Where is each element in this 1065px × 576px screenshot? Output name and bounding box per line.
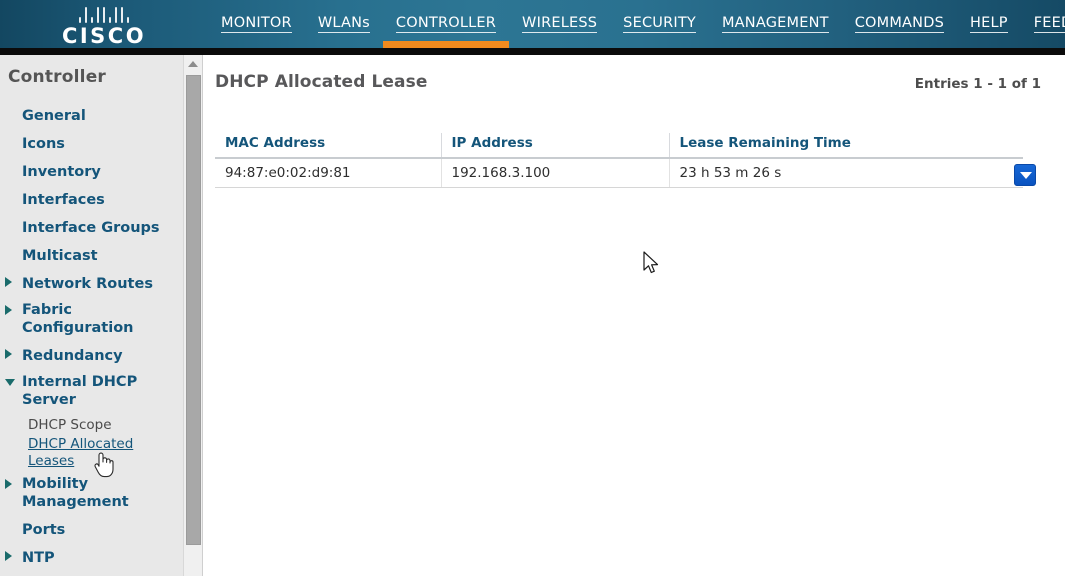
sidebar-row-interfaces: Interfaces: [0, 185, 183, 213]
cisco-logo-text: CISCO: [61, 24, 147, 48]
cell-lease-remaining-time: 23 h 53 m 26 s: [669, 158, 1023, 188]
nav-item-commands[interactable]: COMMANDS: [842, 0, 957, 48]
nav-item-help[interactable]: HELP: [957, 0, 1021, 48]
sidebar-item-interface-groups[interactable]: Interface Groups: [22, 219, 160, 237]
sidebar-scrollbar-thumb[interactable]: [186, 75, 201, 545]
nav-item-monitor[interactable]: MONITOR: [208, 0, 305, 48]
column-header-mac-address: MAC Address: [215, 133, 442, 159]
cisco-bars-logo-icon: [44, 6, 164, 23]
sidebar-row-multicast: Multicast: [0, 241, 183, 269]
nav-item-wlans[interactable]: WLANs: [305, 0, 383, 48]
sidebar: Controller General Icons Inventory Interfac…: [0, 55, 183, 576]
cell-mac-address: 94:87:e0:02:d9:81: [215, 158, 442, 188]
nav-item-management[interactable]: MANAGEMENT: [709, 0, 842, 48]
sidebar-row-dhcp-scope: DHCP Scope: [0, 413, 183, 435]
caret-right-icon[interactable]: [5, 479, 12, 489]
nav-item-feedback[interactable]: FEEDBACK: [1021, 0, 1065, 48]
scroll-up-arrow-icon[interactable]: [184, 55, 202, 72]
row-action-chevron-down-button[interactable]: [1014, 164, 1036, 186]
caret-right-icon[interactable]: [5, 551, 12, 561]
top-header-bar: CISCO MONITOR WLANs CONTROLLER WIRELESS SECU…: [0, 0, 1065, 55]
column-header-lease-remaining-time: Lease Remaining Time: [669, 133, 1023, 159]
sidebar-row-ntp: NTP: [0, 543, 183, 571]
sidebar-item-interfaces[interactable]: Interfaces: [22, 191, 105, 209]
lease-table-wrapper: MAC Address IP Address Lease Remaining T…: [215, 133, 1023, 188]
content-area: DHCP Allocated Lease Entries 1 - 1 of 1 …: [203, 55, 1065, 576]
nav-item-wireless[interactable]: WIRELESS: [509, 0, 610, 48]
caret-right-icon[interactable]: [5, 305, 12, 315]
sidebar-row-icons: Icons: [0, 129, 183, 157]
nav-item-controller[interactable]: CONTROLLER: [382, 0, 510, 48]
sidebar-item-internal-dhcp-server[interactable]: Internal DHCP Server: [22, 373, 177, 409]
sidebar-row-fabric-configuration: Fabric Configuration: [0, 297, 183, 341]
sidebar-item-dhcp-allocated-leases[interactable]: DHCP Allocated Leases: [28, 436, 138, 470]
caret-right-icon[interactable]: [5, 349, 12, 359]
cell-ip-address: 192.168.3.100: [441, 158, 670, 188]
sidebar-scrollbar[interactable]: [183, 55, 202, 576]
column-header-ip-address: IP Address: [441, 133, 670, 159]
main-navigation: MONITOR WLANs CONTROLLER WIRELESS SECURITY MA…: [208, 0, 1065, 55]
sidebar-item-general[interactable]: General: [22, 107, 86, 125]
nav-item-label: COMMANDS: [854, 15, 944, 33]
sidebar-item-redundancy[interactable]: Redundancy: [22, 347, 123, 365]
dhcp-lease-table: MAC Address IP Address Lease Remaining T…: [215, 133, 1023, 188]
nav-item-label: FEEDBACK: [1033, 15, 1065, 33]
sidebar-row-inventory: Inventory: [0, 157, 183, 185]
sidebar-row-redundancy: Redundancy: [0, 341, 183, 369]
nav-item-label: CONTROLLER: [395, 15, 497, 33]
sidebar-item-fabric-configuration[interactable]: Fabric Configuration: [22, 301, 177, 337]
nav-item-label: MONITOR: [221, 15, 292, 33]
sidebar-item-ports[interactable]: Ports: [22, 521, 65, 539]
sidebar-row-mobility-management: Mobility Management: [0, 471, 183, 515]
sidebar-item-inventory[interactable]: Inventory: [22, 163, 101, 181]
sidebar-row-dhcp-allocated-leases: DHCP Allocated Leases: [0, 435, 183, 471]
table-row: 94:87:e0:02:d9:81 192.168.3.100 23 h 53 …: [215, 158, 1023, 188]
sidebar-menu: General Icons Inventory Interfaces Interface…: [0, 101, 183, 571]
sidebar-row-interface-groups: Interface Groups: [0, 213, 183, 241]
nav-item-label: WLANs: [317, 15, 370, 33]
sidebar-item-mobility-management[interactable]: Mobility Management: [22, 475, 177, 511]
caret-down-icon[interactable]: [5, 379, 15, 386]
sidebar-row-internal-dhcp-server: Internal DHCP Server: [0, 369, 183, 413]
nav-item-security[interactable]: SECURITY: [610, 0, 709, 48]
caret-right-icon[interactable]: [5, 277, 12, 287]
sidebar-item-dhcp-scope: DHCP Scope: [28, 417, 112, 433]
nav-item-label: WIRELESS: [522, 15, 598, 33]
sidebar-item-icons[interactable]: Icons: [22, 135, 65, 153]
nav-item-label: SECURITY: [623, 15, 696, 33]
page-title: DHCP Allocated Lease: [215, 72, 428, 92]
wlc-web-ui: CISCO MONITOR WLANs CONTROLLER WIRELESS SECU…: [0, 0, 1065, 576]
sidebar-item-network-routes[interactable]: Network Routes: [22, 275, 153, 293]
nav-item-label: MANAGEMENT: [721, 15, 829, 33]
sidebar-item-multicast[interactable]: Multicast: [22, 247, 98, 265]
table-header-row: MAC Address IP Address Lease Remaining T…: [215, 133, 1023, 159]
nav-item-label: HELP: [970, 15, 1008, 33]
cisco-logo[interactable]: CISCO: [44, 6, 164, 50]
entries-count-label: Entries 1 - 1 of 1: [914, 76, 1041, 92]
sidebar-title: Controller: [8, 67, 107, 87]
sidebar-row-ports: Ports: [0, 515, 183, 543]
sidebar-row-network-routes: Network Routes: [0, 269, 183, 297]
sidebar-row-general: General: [0, 101, 183, 129]
sidebar-item-ntp[interactable]: NTP: [22, 549, 55, 567]
